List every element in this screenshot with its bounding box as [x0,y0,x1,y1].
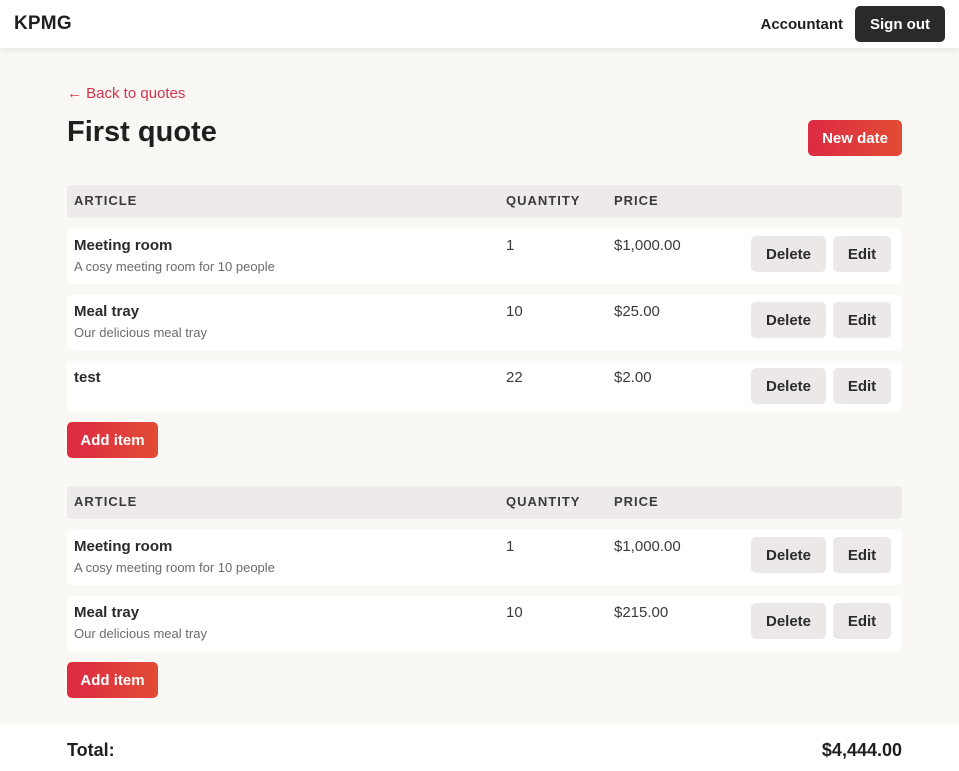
delete-button[interactable]: Delete [751,537,826,573]
row-quantity: 10 [506,604,523,621]
row-quantity: 10 [506,303,523,320]
line-items-table: ARTICLE QUANTITY PRICE Meeting room A co… [67,185,902,411]
navbar: KPMG Accountant Sign out [0,0,959,48]
delete-button[interactable]: Delete [751,302,826,338]
row-price: $1,000.00 [614,538,681,555]
edit-button[interactable]: Edit [833,537,891,573]
row-article-name: Meeting room [74,538,173,555]
row-quantity: 1 [506,237,515,254]
total-value: $4,444.00 [821,740,902,760]
new-date-button[interactable]: New date [808,120,902,156]
row-price: $2.00 [614,369,652,386]
add-item-button[interactable]: Add item [67,662,158,698]
brand-logo[interactable]: KPMG [14,13,72,35]
row-article-description: Our delicious meal tray [74,325,207,340]
sign-out-button[interactable]: Sign out [855,6,945,42]
row-price: $25.00 [614,303,660,320]
row-article-name: Meal tray [74,604,140,621]
column-header-price: PRICE [614,193,659,208]
table-header: ARTICLE QUANTITY PRICE [67,486,902,519]
row-article-name: test [74,369,101,386]
page-title: First quote [67,116,217,148]
table-row: Meeting room A cosy meeting room for 10 … [67,229,902,284]
table-row: Meeting room A cosy meeting room for 10 … [67,530,902,585]
row-article-name: Meal tray [74,303,140,320]
column-header-quantity: QUANTITY [506,193,581,208]
total-label: Total: [67,740,115,760]
column-header-price: PRICE [614,494,659,509]
table-row: Meal tray Our delicious meal tray 10 $25… [67,295,902,350]
column-header-article: ARTICLE [74,494,138,509]
delete-button[interactable]: Delete [751,368,826,404]
row-price: $215.00 [614,604,669,621]
current-user-name: Accountant [760,15,844,33]
nav-right: Accountant Sign out [760,6,945,42]
add-item-button[interactable]: Add item [67,422,158,458]
table-row: Meal tray Our delicious meal tray 10 $21… [67,596,902,651]
column-header-article: ARTICLE [74,193,138,208]
table-header: ARTICLE QUANTITY PRICE [67,185,902,218]
edit-button[interactable]: Edit [833,302,891,338]
row-quantity: 1 [506,538,515,555]
line-items-table: ARTICLE QUANTITY PRICE Meeting room A co… [67,486,902,651]
back-to-quotes-link[interactable]: ← Back to quotes [67,85,185,102]
row-article-name: Meeting room [74,237,173,254]
edit-button[interactable]: Edit [833,368,891,404]
column-header-quantity: QUANTITY [506,494,581,509]
delete-button[interactable]: Delete [751,236,826,272]
total-bar: Total: $4,444.00 [0,725,959,771]
row-price: $1,000.00 [614,237,681,254]
row-article-description: A cosy meeting room for 10 people [74,259,275,274]
delete-button[interactable]: Delete [751,603,826,639]
row-article-description: Our delicious meal tray [74,626,207,641]
edit-button[interactable]: Edit [833,236,891,272]
row-article-description: A cosy meeting room for 10 people [74,560,275,575]
edit-button[interactable]: Edit [833,603,891,639]
row-quantity: 22 [506,369,523,386]
table-row: test 22 $2.00 Delete Edit [67,361,902,411]
